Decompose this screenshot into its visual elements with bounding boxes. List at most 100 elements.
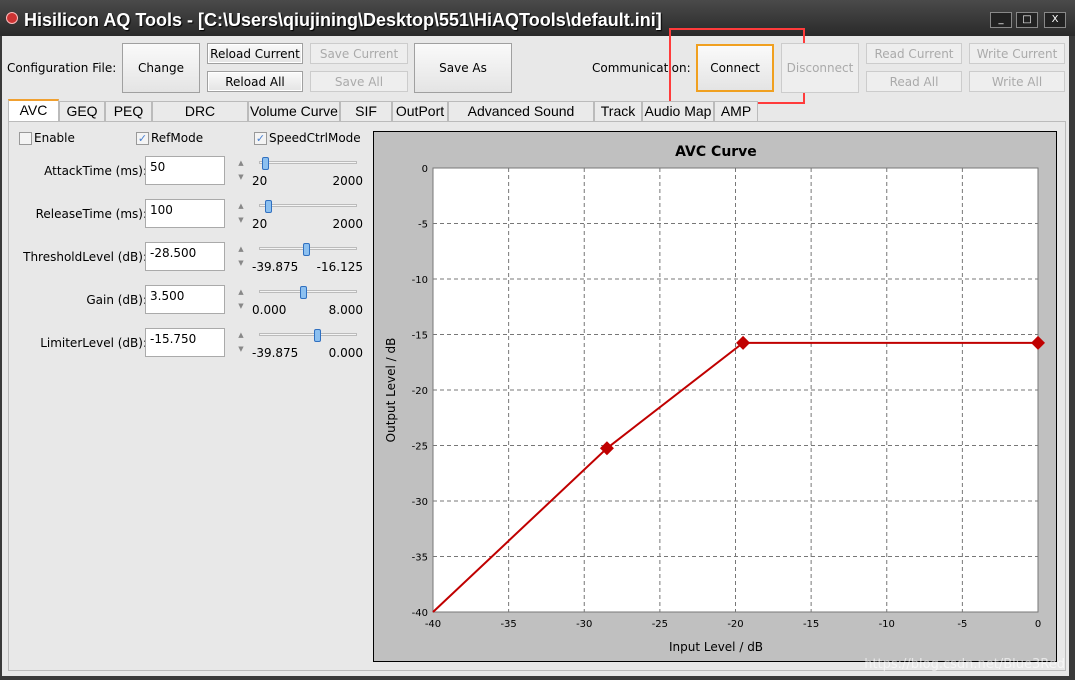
reload-current-button[interactable]: Reload Current: [207, 43, 303, 64]
param-input[interactable]: 3.500: [145, 285, 225, 314]
spin-up-icon[interactable]: ▲: [233, 328, 249, 342]
window-title: Hisilicon AQ Tools - [C:\Users\qiujining…: [24, 10, 662, 30]
tab-drc-speaker[interactable]: DRC (Speaker): [152, 101, 248, 138]
slider-max: -16.125: [316, 260, 363, 274]
spin-down-icon[interactable]: ▼: [233, 299, 249, 313]
save-as-button[interactable]: Save As: [414, 43, 512, 93]
tab-sif[interactable]: SIF: [340, 101, 392, 121]
chart-svg: AVC Curve -40 -35 -30 -25 -20 -15 -10 -5 0 0 -5 -10 -…: [384, 144, 1045, 654]
slider-min: 20: [252, 174, 268, 188]
write-current-button[interactable]: Write Current: [969, 43, 1065, 64]
x-tick-label: -25: [652, 619, 668, 630]
y-tick-label: -40: [412, 608, 428, 619]
param-row: ThresholdLevel (dB): -28.500 ▲ ▼ -39.875 …: [9, 242, 369, 282]
maximize-button[interactable]: □: [1016, 12, 1038, 28]
checkbox-refmode[interactable]: ✓ RefMode: [136, 131, 203, 145]
param-label: ReleaseTime (ms):: [35, 207, 147, 221]
y-tick-label: -30: [412, 497, 428, 508]
disconnect-button[interactable]: Disconnect: [781, 43, 859, 93]
slider-min: -39.875: [252, 260, 299, 274]
slider-thumb[interactable]: [303, 243, 310, 256]
y-tick-label: -5: [418, 220, 428, 231]
spin-down-icon[interactable]: ▼: [233, 342, 249, 356]
checkbox-label: RefMode: [151, 131, 204, 145]
checkbox-box[interactable]: ✓: [254, 131, 267, 145]
x-axis-label: Input Level / dB: [669, 640, 763, 654]
slider-max: 0.000: [328, 346, 363, 360]
minimize-button[interactable]: _: [990, 12, 1012, 28]
title-bar: Hisilicon AQ Tools - [C:\Users\qiujining…: [0, 0, 1075, 36]
reload-all-button[interactable]: Reload All: [207, 71, 303, 92]
param-input[interactable]: -28.500: [145, 242, 225, 271]
slider-thumb[interactable]: [262, 157, 269, 170]
save-current-button[interactable]: Save Current: [310, 43, 408, 64]
spin-buttons: ▲ ▼: [233, 328, 249, 357]
checkbox-box[interactable]: [19, 131, 32, 145]
spin-down-icon[interactable]: ▼: [233, 256, 249, 270]
spin-up-icon[interactable]: ▲: [233, 285, 249, 299]
checkbox-enable[interactable]: Enable: [19, 131, 75, 145]
tab-audio-map[interactable]: Audio Map: [642, 101, 714, 121]
tab-geq[interactable]: GEQ: [59, 101, 105, 121]
avc-chart: AVC Curve -40 -35 -30 -25 -20 -15 -10 -5 0 0 -5 -10 -…: [373, 131, 1057, 662]
slider-max: 2000: [332, 217, 363, 231]
spin-up-icon[interactable]: ▲: [233, 156, 249, 170]
y-tick-label: -25: [412, 442, 428, 453]
y-tick-label: -20: [412, 386, 428, 397]
tab-outport[interactable]: OutPort: [392, 101, 448, 121]
slider-thumb[interactable]: [265, 200, 272, 213]
param-label: LimiterLevel (dB):: [40, 336, 147, 350]
tab-peq[interactable]: PEQ: [105, 101, 152, 121]
param-row: LimiterLevel (dB): -15.750 ▲ ▼ -39.875 0.…: [9, 328, 369, 368]
slider-min: -39.875: [252, 346, 299, 360]
tab-amp[interactable]: AMP: [714, 101, 758, 121]
tab-avc[interactable]: AVC: [8, 99, 59, 122]
param-input[interactable]: -15.750: [145, 328, 225, 357]
spin-up-icon[interactable]: ▲: [233, 199, 249, 213]
avc-panel: Enable ✓ RefMode ✓ SpeedCtrlMode AttackTime …: [8, 121, 1066, 671]
checkbox-speedctrlmode[interactable]: ✓ SpeedCtrlMode: [254, 131, 361, 145]
config-file-label: Configuration File:: [7, 61, 117, 75]
x-tick-label: -5: [957, 619, 967, 630]
spin-up-icon[interactable]: ▲: [233, 242, 249, 256]
spin-down-icon[interactable]: ▼: [233, 213, 249, 227]
tab-volume-curve[interactable]: Volume Curve: [248, 101, 340, 121]
chart-title: AVC Curve: [675, 144, 757, 160]
param-slider[interactable]: [259, 243, 357, 256]
spin-buttons: ▲ ▼: [233, 242, 249, 271]
close-button[interactable]: X: [1044, 12, 1066, 28]
param-slider[interactable]: [259, 157, 357, 170]
y-axis-label: Output Level / dB: [384, 338, 398, 443]
watermark: https://blog.csdn.net/Blue3Red: [864, 657, 1065, 672]
write-all-button[interactable]: Write All: [969, 71, 1065, 92]
spin-buttons: ▲ ▼: [233, 156, 249, 185]
change-button[interactable]: Change: [122, 43, 200, 93]
x-tick-label: -35: [500, 619, 516, 630]
param-slider[interactable]: [259, 286, 357, 299]
y-tick-label: 0: [422, 164, 428, 175]
x-tick-label: -30: [576, 619, 592, 630]
slider-min: 0.000: [252, 303, 287, 317]
tab-track[interactable]: Track: [594, 101, 642, 121]
param-slider[interactable]: [259, 200, 357, 213]
tab-advanced-sound-effect[interactable]: Advanced Sound Effect: [448, 101, 594, 138]
read-current-button[interactable]: Read Current: [866, 43, 962, 64]
read-all-button[interactable]: Read All: [866, 71, 962, 92]
param-row: Gain (dB): 3.500 ▲ ▼ 0.000 8.000: [9, 285, 369, 325]
spin-down-icon[interactable]: ▼: [233, 170, 249, 184]
checkbox-box[interactable]: ✓: [136, 131, 149, 145]
x-tick-label: -10: [879, 619, 895, 630]
save-all-button[interactable]: Save All: [310, 71, 408, 92]
slider-thumb[interactable]: [300, 286, 307, 299]
x-tick-label: 0: [1035, 619, 1041, 630]
slider-thumb[interactable]: [314, 329, 321, 342]
checkbox-label: Enable: [34, 131, 75, 145]
slider-max: 8.000: [328, 303, 363, 317]
param-row: AttackTime (ms): 50 ▲ ▼ 20 2000: [9, 156, 369, 196]
param-input[interactable]: 100: [145, 199, 225, 228]
app-icon: [6, 12, 18, 24]
param-input[interactable]: 50: [145, 156, 225, 185]
param-slider[interactable]: [259, 329, 357, 342]
x-tick-label: -40: [425, 619, 441, 630]
spin-buttons: ▲ ▼: [233, 285, 249, 314]
